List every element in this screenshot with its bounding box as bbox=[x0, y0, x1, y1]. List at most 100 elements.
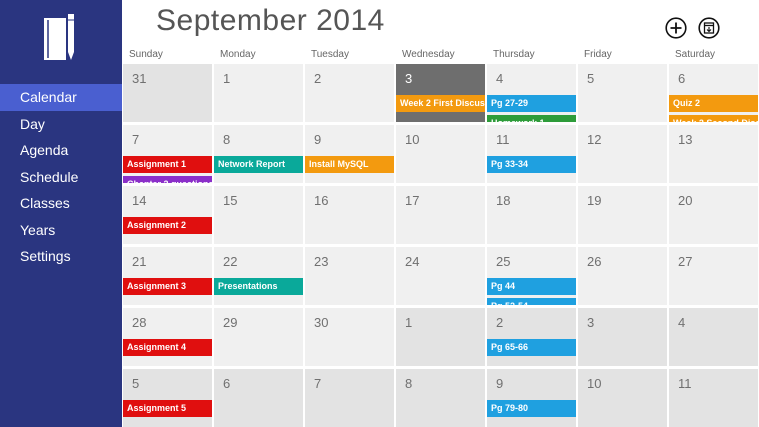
day-number: 23 bbox=[314, 254, 329, 269]
day-cell[interactable]: 14 Assignment 2 bbox=[123, 186, 212, 244]
sidebar: Calendar Day Agenda Schedule Classes Years Set… bbox=[0, 0, 122, 427]
day-cell[interactable]: 7 Assignment 1 Chapter 2 questions bbox=[123, 125, 212, 183]
day-cell[interactable]: 4 Pg 27-29 Homework 1 bbox=[487, 64, 576, 122]
day-cell[interactable]: 25 Pg 44 Pg 52-54 bbox=[487, 247, 576, 305]
calendar-event[interactable]: Chapter 2 questions bbox=[123, 176, 212, 183]
day-number: 10 bbox=[587, 376, 602, 391]
calendar-event[interactable]: Pg 52-54 bbox=[487, 298, 576, 305]
go-to-today-button[interactable] bbox=[698, 17, 720, 39]
day-number: 8 bbox=[223, 132, 231, 147]
day-number: 31 bbox=[132, 71, 147, 86]
day-number: 25 bbox=[496, 254, 511, 269]
sidebar-item-agenda[interactable]: Agenda bbox=[0, 137, 122, 164]
day-cell[interactable]: 3 bbox=[578, 308, 667, 366]
calendar-event[interactable]: Install MySQL bbox=[305, 156, 394, 173]
day-cell[interactable]: 11 bbox=[669, 369, 758, 427]
calendar-event[interactable]: Pg 65-66 bbox=[487, 339, 576, 356]
day-number: 28 bbox=[132, 315, 147, 330]
calendar-event[interactable]: Assignment 3 bbox=[123, 278, 212, 295]
day-number: 12 bbox=[587, 132, 602, 147]
day-cell[interactable]: 9 Pg 79-80 bbox=[487, 369, 576, 427]
calendar-event[interactable]: Assignment 5 bbox=[123, 400, 212, 417]
day-cell[interactable]: 11 Pg 33-34 bbox=[487, 125, 576, 183]
day-cell[interactable]: 27 bbox=[669, 247, 758, 305]
calendar-event[interactable]: Assignment 4 bbox=[123, 339, 212, 356]
month-calendar-grid: Sunday Monday Tuesday Wednesday Thursday Frid… bbox=[123, 46, 759, 427]
day-cell[interactable]: 2 Pg 65-66 bbox=[487, 308, 576, 366]
day-number: 26 bbox=[587, 254, 602, 269]
day-number: 16 bbox=[314, 193, 329, 208]
day-number: 3 bbox=[587, 315, 595, 330]
sidebar-item-schedule[interactable]: Schedule bbox=[0, 164, 122, 191]
day-cell[interactable]: 1 bbox=[396, 308, 485, 366]
calendar-event[interactable]: Pg 27-29 bbox=[487, 95, 576, 112]
day-cell[interactable]: 8 Network Report bbox=[214, 125, 303, 183]
day-number: 6 bbox=[678, 71, 686, 86]
weekday-label-saturday: Saturday bbox=[675, 49, 716, 60]
day-cell[interactable]: 31 bbox=[123, 64, 212, 122]
day-number: 20 bbox=[678, 193, 693, 208]
weekday-label-thursday: Thursday bbox=[493, 49, 535, 60]
day-cell[interactable]: 12 bbox=[578, 125, 667, 183]
day-number: 10 bbox=[405, 132, 420, 147]
day-cell[interactable]: 26 bbox=[578, 247, 667, 305]
add-event-button[interactable] bbox=[665, 17, 687, 39]
day-cell[interactable]: 29 bbox=[214, 308, 303, 366]
sidebar-item-calendar[interactable]: Calendar bbox=[0, 84, 122, 111]
day-cell[interactable]: 19 bbox=[578, 186, 667, 244]
day-cell[interactable]: 13 bbox=[669, 125, 758, 183]
day-cell[interactable]: 22 Presentations bbox=[214, 247, 303, 305]
calendar-event[interactable]: Pg 79-80 bbox=[487, 400, 576, 417]
day-cell-today[interactable]: 3 Week 2 First Discussion bbox=[396, 64, 485, 122]
weekday-header: Sunday Monday Tuesday Wednesday Thursday Frid… bbox=[123, 46, 759, 63]
day-number: 5 bbox=[132, 376, 140, 391]
day-cell[interactable]: 10 bbox=[396, 125, 485, 183]
day-number: 1 bbox=[405, 315, 413, 330]
calendar-event[interactable]: Pg 33-34 bbox=[487, 156, 576, 173]
day-cell[interactable]: 30 bbox=[305, 308, 394, 366]
day-cell[interactable]: 8 bbox=[396, 369, 485, 427]
sidebar-item-years[interactable]: Years bbox=[0, 217, 122, 244]
day-number: 21 bbox=[132, 254, 147, 269]
day-number: 15 bbox=[223, 193, 238, 208]
day-cell[interactable]: 2 bbox=[305, 64, 394, 122]
day-cell[interactable]: 18 bbox=[487, 186, 576, 244]
calendar-event[interactable]: Quiz 2 bbox=[669, 95, 758, 112]
calendar-event[interactable]: Presentations bbox=[214, 278, 303, 295]
day-cell[interactable]: 9 Install MySQL bbox=[305, 125, 394, 183]
day-cell[interactable]: 5 Assignment 5 bbox=[123, 369, 212, 427]
day-cell[interactable]: 17 bbox=[396, 186, 485, 244]
day-cell[interactable]: 6 bbox=[214, 369, 303, 427]
day-cell[interactable]: 23 bbox=[305, 247, 394, 305]
day-number: 11 bbox=[496, 132, 510, 147]
weekday-label-friday: Friday bbox=[584, 49, 612, 60]
day-number: 17 bbox=[405, 193, 420, 208]
calendar-event[interactable]: Assignment 2 bbox=[123, 217, 212, 234]
sidebar-item-classes[interactable]: Classes bbox=[0, 190, 122, 217]
day-cell[interactable]: 5 bbox=[578, 64, 667, 122]
sidebar-item-day[interactable]: Day bbox=[0, 111, 122, 138]
day-cell[interactable]: 15 bbox=[214, 186, 303, 244]
day-cell[interactable]: 6 Quiz 2 Week 2 Second Discussion bbox=[669, 64, 758, 122]
calendar-event[interactable]: Week 2 First Discussion bbox=[396, 95, 485, 112]
day-cell[interactable]: 21 Assignment 3 bbox=[123, 247, 212, 305]
calendar-event[interactable]: Week 2 Second Discussion bbox=[669, 115, 758, 122]
day-cell[interactable]: 24 bbox=[396, 247, 485, 305]
calendar-event[interactable]: Homework 1 bbox=[487, 115, 576, 122]
day-number: 1 bbox=[223, 71, 231, 86]
day-cell[interactable]: 4 bbox=[669, 308, 758, 366]
day-number: 7 bbox=[132, 132, 140, 147]
day-cell[interactable]: 7 bbox=[305, 369, 394, 427]
day-cell[interactable]: 16 bbox=[305, 186, 394, 244]
day-number: 5 bbox=[587, 71, 595, 86]
calendar-event[interactable]: Pg 44 bbox=[487, 278, 576, 295]
day-number: 8 bbox=[405, 376, 413, 391]
calendar-event[interactable]: Assignment 1 bbox=[123, 156, 212, 173]
day-cell[interactable]: 10 bbox=[578, 369, 667, 427]
day-cell[interactable]: 20 bbox=[669, 186, 758, 244]
calendar-event[interactable]: Network Report bbox=[214, 156, 303, 173]
sidebar-item-settings[interactable]: Settings bbox=[0, 243, 122, 270]
day-number: 19 bbox=[587, 193, 602, 208]
day-cell[interactable]: 1 bbox=[214, 64, 303, 122]
day-cell[interactable]: 28 Assignment 4 bbox=[123, 308, 212, 366]
